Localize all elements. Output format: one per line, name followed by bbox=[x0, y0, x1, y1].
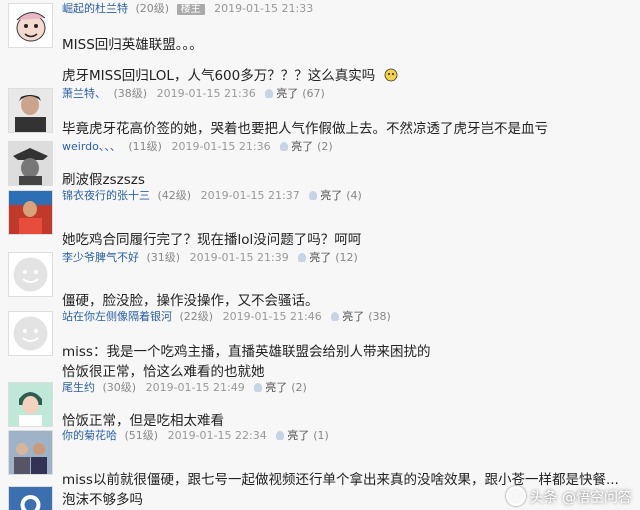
post-text-line: 她吃鸡合同履行完了？现在播lol没问题了吗？呵呵 bbox=[62, 232, 362, 248]
like-count: (4) bbox=[346, 189, 362, 202]
like-button[interactable]: 亮了 (12) bbox=[298, 250, 358, 266]
user-level: (20级) bbox=[135, 2, 170, 15]
post-meta: 崛起的杜兰特 (20级) 楼主 2019-01-15 21:33 bbox=[62, 1, 313, 17]
username-link[interactable]: 萧兰特、 bbox=[62, 87, 106, 100]
post-meta: 李少爷脾气不好 (31级) 2019-01-15 21:39 亮了 (12) bbox=[62, 250, 358, 266]
post-meta: 锦衣夜行的张十三 (42级) 2019-01-15 21:37 亮了 (4) bbox=[62, 188, 362, 204]
lightbulb-icon bbox=[276, 431, 285, 440]
username-link[interactable]: 尾生约 bbox=[62, 381, 95, 394]
post-meta: 站在你左侧像隔着银河 (22级) 2019-01-15 21:46 亮了 (38) bbox=[62, 309, 391, 325]
post-time: 2019-01-15 22:34 bbox=[167, 429, 267, 442]
post-time: 2019-01-15 21:46 bbox=[222, 310, 322, 323]
post-text-line: 虎牙MISS回归LOL，人气600多万？？？这么真实吗 bbox=[62, 68, 400, 85]
post-time: 2019-01-15 21:49 bbox=[145, 381, 245, 394]
default-face-icon[interactable] bbox=[8, 252, 53, 297]
post-text-line: 泡沫不够多吗 bbox=[62, 492, 143, 508]
like-count: (38) bbox=[368, 310, 391, 323]
watermark: 头条 @悟空问答 bbox=[442, 486, 640, 510]
like-count: (2) bbox=[291, 381, 307, 394]
like-button[interactable]: 亮了 (38) bbox=[331, 309, 391, 325]
dark-character-icon[interactable] bbox=[8, 141, 53, 186]
anime-avatar-icon[interactable] bbox=[8, 382, 53, 427]
emoji-icon bbox=[384, 68, 397, 82]
lightbulb-icon bbox=[265, 89, 274, 98]
lightbulb-icon bbox=[298, 253, 307, 262]
like-button[interactable]: 亮了 (67) bbox=[265, 86, 325, 102]
reply-thread: 崛起的杜兰特 (20级) 楼主 2019-01-15 21:33 MISS回归英… bbox=[0, 0, 640, 510]
cartoon-face-icon[interactable] bbox=[8, 3, 53, 48]
post-text-line: MISS回归英雄联盟。。。 bbox=[62, 37, 203, 53]
person-photo-icon[interactable] bbox=[8, 88, 53, 133]
post-text-line: miss：我是一个吃鸡主播，直播英雄联盟会给别人带来困扰的 bbox=[62, 344, 431, 360]
post-text-line: 刷波假zszszs bbox=[62, 172, 145, 188]
user-level: (42级) bbox=[157, 189, 192, 202]
group-photo-icon[interactable] bbox=[8, 430, 53, 475]
user-level: (30级) bbox=[102, 381, 137, 394]
like-button[interactable]: 亮了 (1) bbox=[276, 428, 329, 444]
post-text-line: 恰饭很正常，恰这么难看的也就她 bbox=[62, 364, 265, 380]
like-button[interactable]: 亮了 (2) bbox=[280, 139, 333, 155]
like-count: (67) bbox=[302, 87, 325, 100]
post-meta: weirdo、、、 (11级) 2019-01-15 21:36 亮了 (2) bbox=[62, 139, 333, 155]
default-face-icon[interactable] bbox=[8, 311, 53, 356]
op-badge: 楼主 bbox=[176, 4, 205, 15]
like-count: (12) bbox=[335, 251, 358, 264]
user-level: (31级) bbox=[146, 251, 181, 264]
next-avatar-icon[interactable] bbox=[8, 486, 53, 510]
username-link[interactable]: weirdo、、、 bbox=[62, 140, 121, 153]
post-meta: 你的菊花哈 (51级) 2019-01-15 22:34 亮了 (1) bbox=[62, 428, 329, 444]
watermark-logo-icon bbox=[505, 486, 526, 506]
username-link[interactable]: 李少爷脾气不好 bbox=[62, 251, 139, 264]
username-link[interactable]: 锦衣夜行的张十三 bbox=[62, 189, 150, 202]
like-button[interactable]: 亮了 (2) bbox=[254, 380, 307, 396]
username-link[interactable]: 你的菊花哈 bbox=[62, 429, 117, 442]
post-time: 2019-01-15 21:37 bbox=[200, 189, 300, 202]
user-level: (22级) bbox=[179, 310, 214, 323]
post-time: 2019-01-15 21:36 bbox=[171, 140, 271, 153]
lightbulb-icon bbox=[331, 312, 340, 321]
player-photo-icon[interactable] bbox=[8, 190, 53, 235]
user-level: (11级) bbox=[128, 140, 162, 153]
post-time: 2019-01-15 21:33 bbox=[214, 2, 314, 15]
post-time: 2019-01-15 21:39 bbox=[189, 251, 289, 264]
post-meta: 尾生约 (30级) 2019-01-15 21:49 亮了 (2) bbox=[62, 380, 307, 396]
post-text-line: 毕竟虎牙花高价签的她，哭着也要把人气作假做上去。不然凉透了虎牙岂不是血亏 bbox=[62, 121, 548, 137]
post-meta: 萧兰特、 (38级) 2019-01-15 21:36 亮了 (67) bbox=[62, 86, 325, 102]
user-level: (51级) bbox=[124, 429, 159, 442]
like-count: (2) bbox=[317, 140, 333, 153]
lightbulb-icon bbox=[309, 191, 318, 200]
like-button[interactable]: 亮了 (4) bbox=[309, 188, 362, 204]
lightbulb-icon bbox=[280, 142, 289, 151]
post-text-line: 僵硬，脸没脸，操作没操作，又不会骚话。 bbox=[62, 293, 319, 309]
like-count: (1) bbox=[313, 429, 329, 442]
post-time: 2019-01-15 21:36 bbox=[156, 87, 256, 100]
username-link[interactable]: 崛起的杜兰特 bbox=[62, 2, 128, 15]
lightbulb-icon bbox=[254, 383, 263, 392]
username-link[interactable]: 站在你左侧像隔着银河 bbox=[62, 310, 172, 323]
user-level: (38级) bbox=[113, 87, 148, 100]
